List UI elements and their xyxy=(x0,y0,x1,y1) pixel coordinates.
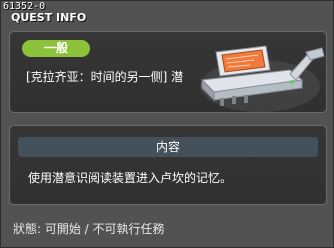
memory-reading-device-icon xyxy=(200,45,325,112)
content-description: 使用潜意识阅读装置进入卢坎的记忆。 xyxy=(28,171,233,185)
quest-status: 狀態: 可開始 / 不可執行任務 xyxy=(13,222,165,236)
title-bar[interactable]: QUEST INFO xyxy=(1,11,334,25)
quest-name: [克拉齐亚：时间的另一侧] 潜 xyxy=(26,70,184,84)
category-badge: 一般 xyxy=(22,40,90,57)
quest-summary-panel: 一般 [克拉齐亚：时间的另一侧] 潜 xyxy=(9,31,327,113)
quest-info-window: 61352-0 QUEST INFO 一般 [克拉齐亚：时间的另一侧] 潜 内容… xyxy=(0,0,334,248)
quest-content-panel: 内容 使用潜意识阅读装置进入卢坎的记忆。 xyxy=(9,125,327,205)
window-title: QUEST INFO xyxy=(11,11,87,24)
content-header: 内容 xyxy=(18,137,318,157)
